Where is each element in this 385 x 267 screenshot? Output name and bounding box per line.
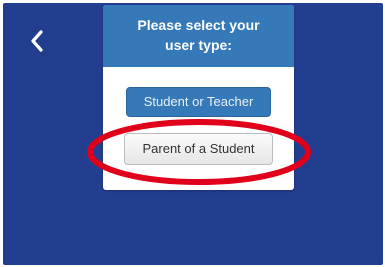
chevron-left-icon — [31, 30, 43, 52]
dialog-header: Please select your user type: — [103, 5, 294, 67]
back-button[interactable] — [23, 23, 51, 59]
user-type-dialog: Please select your user type: Student or… — [103, 5, 294, 190]
dialog-title: Please select your user type: — [137, 17, 260, 53]
parent-of-a-student-label: Parent of a Student — [142, 141, 255, 156]
student-or-teacher-label: Student or Teacher — [143, 94, 254, 109]
parent-of-a-student-button[interactable]: Parent of a Student — [124, 133, 273, 165]
app-screen: Please select your user type: Student or… — [3, 3, 383, 265]
student-or-teacher-button[interactable]: Student or Teacher — [126, 87, 271, 117]
